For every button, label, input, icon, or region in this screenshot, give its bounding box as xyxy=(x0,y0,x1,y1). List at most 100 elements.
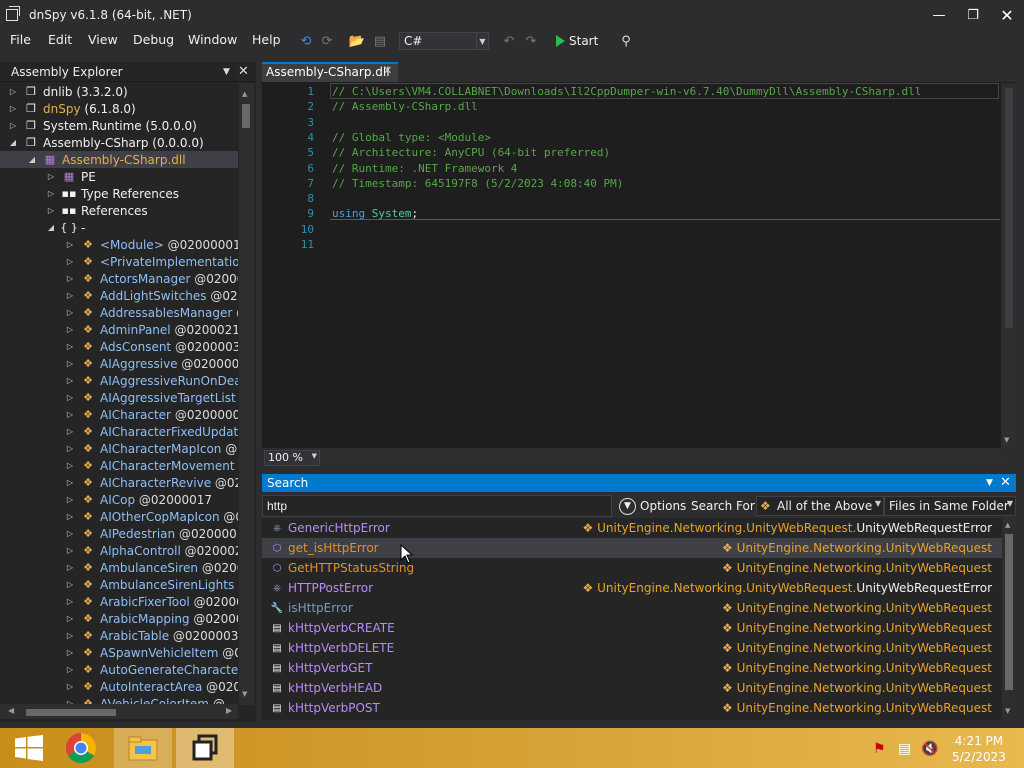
search-for-select[interactable]: ❖ All of the Above ▼ xyxy=(756,496,884,516)
expand-icon[interactable]: ▷ xyxy=(65,614,75,623)
expand-icon[interactable]: ▷ xyxy=(65,274,75,283)
search-panel-close-icon[interactable]: ✕ xyxy=(1000,475,1011,490)
tree-node-type[interactable]: ▷ ❖ AmbulanceSiren @0200002 xyxy=(65,559,238,576)
search-result-row[interactable]: ⎈ GenericHttpError ❖ UnityEngine.Networkin… xyxy=(262,518,1002,538)
tree-node-type[interactable]: ▷ ❖ AIOtherCopMapIcon @02 xyxy=(65,508,238,525)
expand-icon[interactable]: ▷ xyxy=(65,325,75,334)
tab-close-icon[interactable]: ✕ xyxy=(383,64,392,77)
collapse-icon[interactable]: ◢ xyxy=(46,223,56,232)
tree-node-type[interactable]: ▷❖AutoGenerateCharacter @ xyxy=(65,661,238,678)
search-input[interactable] xyxy=(262,495,612,517)
search-result-row[interactable]: ⎈ HTTPPostError ❖ UnityEngine.Networking.U… xyxy=(262,578,1002,598)
expand-icon[interactable]: ▷ xyxy=(65,478,75,487)
expand-icon[interactable]: ▷ xyxy=(65,580,75,589)
expand-icon[interactable]: ▷ xyxy=(46,189,56,198)
tree-node-dnlib[interactable]: ▷ ❐ dnlib (3.3.2.0) xyxy=(8,83,128,100)
scroll-right-icon[interactable]: ▶ xyxy=(226,706,232,715)
tree-node-type[interactable]: ▷ ❖ AICharacterMapIcon @02 xyxy=(65,440,238,457)
panel-menu-chevron-icon[interactable]: ▼ xyxy=(986,478,993,488)
expand-icon[interactable]: ▷ xyxy=(65,597,75,606)
scroll-up-icon[interactable]: ▲ xyxy=(242,90,247,98)
tree-node-type[interactable]: ▷ ❖ AdsConsent @02000030 xyxy=(65,338,238,355)
scroll-left-icon[interactable]: ◀ xyxy=(8,706,14,715)
options-button[interactable]: ▼ Options xyxy=(619,496,686,516)
save-all-icon[interactable]: ▤ xyxy=(371,33,389,49)
search-result-row[interactable]: ▤ kHttpVerbCREATE ❖ UnityEngine.Networking… xyxy=(262,618,1002,638)
network-icon[interactable]: ▤ xyxy=(898,741,911,757)
tree-node-assembly-csharp[interactable]: ◢ ❐ Assembly-CSharp (0.0.0.0) xyxy=(8,134,204,151)
assembly-hscroll-thumb[interactable] xyxy=(26,709,116,716)
tree-node-type[interactable]: ▷ ❖ AddLightSwitches @0200( xyxy=(65,287,238,304)
zoom-select[interactable]: 100 % ▼ xyxy=(264,450,320,466)
expand-icon[interactable]: ▷ xyxy=(65,393,75,402)
maximize-button[interactable]: ❐ xyxy=(956,0,990,30)
taskbar-clock[interactable]: 4:21 PM 5/2/2023 xyxy=(952,733,1006,765)
tree-node-type[interactable]: ▷ ❖ AutoInteractArea @0200( xyxy=(65,678,238,695)
tree-node-type[interactable]: ▷ ❖ AlphaControll @020002DE xyxy=(65,542,238,559)
search-result-row[interactable]: ▤ kHttpVerbDELETE ❖ UnityEngine.Networking… xyxy=(262,638,1002,658)
tree-node-type-references[interactable]: ▷ ▪▪ Type References xyxy=(46,185,179,202)
taskbar-dnspy[interactable] xyxy=(176,728,234,768)
tree-node-type[interactable]: ▷ ❖ AIPedestrian @02000019 xyxy=(65,525,238,542)
expand-icon[interactable]: ▷ xyxy=(65,376,75,385)
search-icon[interactable]: ⚲ xyxy=(617,33,635,49)
panel-menu-chevron-icon[interactable]: ▼ xyxy=(223,67,230,77)
tree-node-references[interactable]: ▷ ▪▪ References xyxy=(46,202,148,219)
close-button[interactable]: ✕ xyxy=(990,0,1024,30)
tree-node-type[interactable]: ▷❖AIAggressiveTargetList @ xyxy=(65,389,238,406)
expand-icon[interactable]: ▷ xyxy=(65,342,75,351)
minimize-button[interactable]: — xyxy=(922,0,956,30)
tree-node-type[interactable]: ▷ ❖ AIAggressive @02000006 xyxy=(65,355,238,372)
search-result-row[interactable]: ⬡ GetHTTPStatusString ❖ UnityEngine.Networ… xyxy=(262,558,1002,578)
tree-node-type[interactable]: ▷ ❖ AIAggressiveRunOnDeath xyxy=(65,372,238,389)
expand-icon[interactable]: ▷ xyxy=(65,444,75,453)
search-result-row[interactable]: ▤ kHttpVerbHEAD ❖ UnityEngine.Networking.U… xyxy=(262,678,1002,698)
editor-scroll-thumb[interactable] xyxy=(1005,88,1013,328)
scroll-down-icon[interactable]: ▼ xyxy=(242,690,247,698)
tree-node-type[interactable]: ▷ ❖ ActorsManager @0200000 xyxy=(65,270,238,287)
navigate-forward-icon[interactable]: ⟳ xyxy=(318,33,336,49)
editor-horizontal-scrollbar[interactable] xyxy=(322,452,1002,463)
tab-assembly-csharp[interactable]: Assembly-CSharp.dll xyxy=(262,62,398,82)
tree-node-type[interactable]: ▷ ❖ AddressablesManager @ xyxy=(65,304,238,321)
expand-icon[interactable]: ▷ xyxy=(65,665,75,674)
menu-debug[interactable]: Debug xyxy=(133,32,174,47)
expand-icon[interactable]: ▷ xyxy=(65,648,75,657)
tree-node-type[interactable]: ▷❖AICharacterFixedUpdate @ xyxy=(65,423,238,440)
tree-node-type[interactable]: ▷ ❖ <Module> @02000001 xyxy=(65,236,238,253)
search-result-row[interactable]: 🔧 isHttpError ❖ UnityEngine.Networking.Uni… xyxy=(262,598,1002,618)
menu-edit[interactable]: Edit xyxy=(48,32,72,47)
expand-icon[interactable]: ▷ xyxy=(65,359,75,368)
expand-icon[interactable]: ▷ xyxy=(46,172,56,181)
expand-icon[interactable]: ▷ xyxy=(8,87,18,96)
expand-icon[interactable]: ▷ xyxy=(65,529,75,538)
tree-node-type[interactable]: ▷ ❖ AdminPanel @0200021D xyxy=(65,321,238,338)
panel-close-icon[interactable]: ✕ xyxy=(238,64,249,79)
tree-node-namespace[interactable]: ◢{ } - xyxy=(46,219,85,236)
expand-icon[interactable]: ▷ xyxy=(65,410,75,419)
expand-icon[interactable]: ▷ xyxy=(65,495,75,504)
tree-node-type[interactable]: ▷ ❖ AICop @02000017 xyxy=(65,491,212,508)
expand-icon[interactable]: ▷ xyxy=(65,308,75,317)
expand-icon[interactable]: ▷ xyxy=(65,461,75,470)
expand-icon[interactable]: ▷ xyxy=(65,631,75,640)
tree-node-type[interactable]: ▷❖AICharacterMovement @ xyxy=(65,457,238,474)
action-center-flag-icon[interactable]: ⚑ xyxy=(873,741,886,757)
start-debug-button[interactable]: Start xyxy=(556,33,604,49)
tree-node-type[interactable]: ▷❖AmbulanceSirenLights @ xyxy=(65,576,238,593)
expand-icon[interactable]: ▷ xyxy=(65,546,75,555)
volume-muted-icon[interactable]: 🔇 xyxy=(921,741,938,757)
undo-icon[interactable]: ↶ xyxy=(500,33,518,49)
expand-icon[interactable]: ▷ xyxy=(65,427,75,436)
tree-node-dnspy[interactable]: ▷ ❐ dnSpy (6.1.8.0) xyxy=(8,100,136,117)
tree-node-type[interactable]: ▷ ❖ ArabicFixerTool @0200003 xyxy=(65,593,238,610)
search-result-row[interactable]: ⬡ get_isHttpError ❖ UnityEngine.Networking… xyxy=(262,538,1002,558)
tree-node-type[interactable]: ▷ ❖ AICharacter @0200000E xyxy=(65,406,238,423)
search-scope-select[interactable]: Files in Same Folder ▼ xyxy=(884,496,1016,516)
tree-node-system-runtime[interactable]: ▷ ❐ System.Runtime (5.0.0.0) xyxy=(8,117,197,134)
tree-node-pe[interactable]: ▷ ▦ PE xyxy=(46,168,96,185)
expand-icon[interactable]: ▷ xyxy=(46,206,56,215)
scroll-down-icon[interactable]: ▼ xyxy=(1005,707,1010,715)
windows-start-button[interactable] xyxy=(0,728,58,768)
collapse-icon[interactable]: ◢ xyxy=(27,155,37,164)
